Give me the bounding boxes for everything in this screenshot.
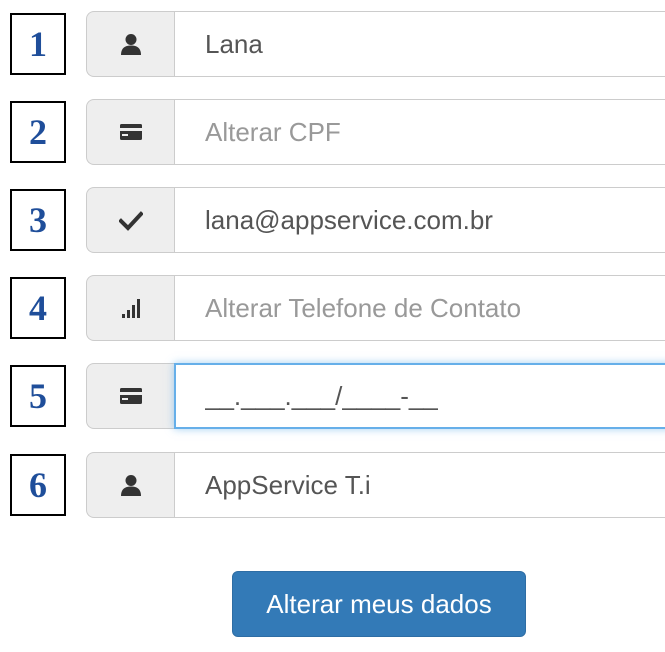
checkmark-icon [86,187,174,253]
form-row-name: 1 [0,11,665,77]
form-row-cnpj: 5 [0,363,665,429]
email-field[interactable] [174,187,665,253]
cnpj-input-group [86,363,665,429]
form-row-email: 3 [0,187,665,253]
cpf-field[interactable] [174,99,665,165]
update-data-button[interactable]: Alterar meus dados [232,571,526,637]
user-icon [86,11,174,77]
row-number-label: 5 [10,365,66,427]
phone-input-group [86,275,665,341]
credit-card-icon [86,363,174,429]
credit-card-icon [86,99,174,165]
row-number-label: 3 [10,189,66,251]
company-input-group [86,452,665,518]
name-input-group [86,11,665,77]
signal-bars-icon [86,275,174,341]
cpf-input-group [86,99,665,165]
phone-field[interactable] [174,275,665,341]
company-field[interactable] [174,452,665,518]
cnpj-field[interactable] [174,363,665,429]
email-input-group [86,187,665,253]
row-number-label: 4 [10,277,66,339]
name-field[interactable] [174,11,665,77]
row-number-label: 1 [10,13,66,75]
row-number-label: 2 [10,101,66,163]
user-icon [86,452,174,518]
form-row-cpf: 2 [0,99,665,165]
form-row-company: 6 [0,452,665,518]
row-number-label: 6 [10,454,66,516]
form-row-phone: 4 [0,275,665,341]
